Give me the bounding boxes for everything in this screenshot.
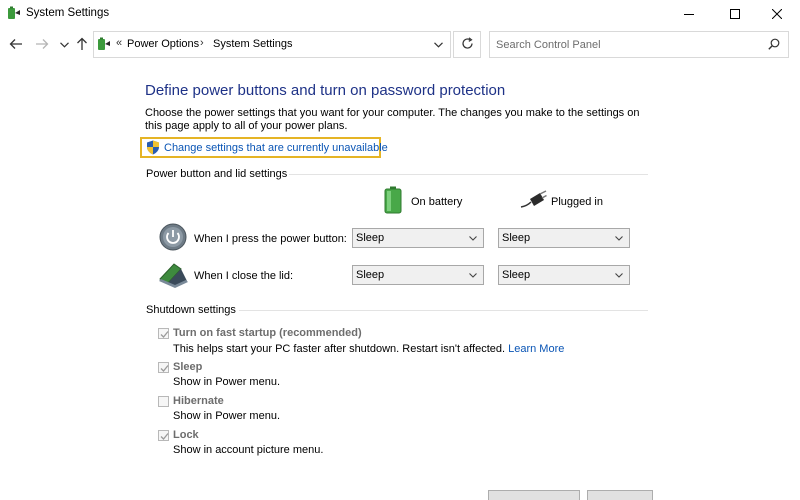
address-dropdown-icon[interactable] [434,39,443,51]
power-section-title: Power button and lid settings [146,168,288,180]
up-button[interactable] [74,37,90,53]
chevron-down-icon [615,236,623,241]
uac-shield-icon [146,140,160,158]
section-divider [289,174,648,175]
breadcrumb-overflow[interactable]: « [116,37,122,49]
plug-icon [519,190,547,213]
maximize-button[interactable] [712,0,758,28]
power-button-battery-select[interactable]: Sleep [352,228,484,248]
fast-startup-title: Turn on fast startup (recommended) [173,327,362,339]
cancel-button[interactable] [587,490,653,500]
close-button[interactable] [754,0,800,28]
shutdown-section-title: Shutdown settings [146,304,236,316]
breadcrumb-power-options[interactable]: Power Options [127,38,199,50]
sleep-checkbox[interactable] [158,362,169,373]
back-button[interactable] [8,37,24,53]
sleep-option-description: Show in Power menu. [173,376,280,388]
arrow-left-icon [9,38,23,53]
close-lid-battery-value: Sleep [356,269,385,281]
arrow-up-icon [76,37,88,54]
learn-more-link[interactable]: Learn More [508,343,564,355]
power-button-label: When I press the power button: [194,233,347,245]
hibernate-option-description: Show in Power menu. [173,410,280,422]
page-description: Choose the power settings that you want … [145,107,640,132]
power-button-battery-value: Sleep [356,232,385,244]
save-changes-button[interactable] [488,490,580,500]
close-lid-plugged-value: Sleep [502,269,531,281]
power-options-icon [6,5,22,21]
change-settings-link[interactable]: Change settings that are currently unava… [140,137,388,158]
search-input[interactable] [496,37,756,53]
power-options-icon [96,36,112,52]
chevron-down-icon [469,236,477,241]
address-bar[interactable]: « Power Options › System Settings [93,31,451,58]
hibernate-option-title: Hibernate [173,395,224,407]
chevron-down-icon [615,273,623,278]
refresh-button[interactable] [453,31,481,58]
chevron-down-icon [59,39,69,51]
search-box[interactable] [489,31,789,58]
change-settings-link-text[interactable]: Change settings that are currently unava… [164,142,388,154]
chevron-down-icon [469,273,477,278]
lock-option-title: Lock [173,429,199,441]
sleep-option-title: Sleep [173,361,203,373]
power-button-plugged-value: Sleep [502,232,531,244]
breadcrumb-separator[interactable]: › [200,37,204,49]
fast-startup-desc-text: This helps start your PC faster after sh… [173,343,506,355]
minimize-button[interactable] [666,0,712,28]
lock-option-description: Show in account picture menu. [173,444,324,456]
page-title: Define power buttons and turn on passwor… [145,82,506,99]
window-title: System Settings [26,7,110,19]
plugged-in-header: Plugged in [551,196,603,208]
lock-checkbox[interactable] [158,430,169,441]
power-button-icon [159,223,187,254]
recent-locations-button[interactable] [56,37,72,53]
forward-button[interactable] [34,37,50,53]
close-lid-label: When I close the lid: [194,270,294,282]
on-battery-header: On battery [411,196,463,208]
fast-startup-description: This helps start your PC faster after sh… [173,343,564,355]
battery-icon [383,186,403,217]
close-lid-battery-select[interactable]: Sleep [352,265,484,285]
hibernate-checkbox[interactable] [158,396,169,407]
section-divider [239,310,648,311]
breadcrumb-system-settings[interactable]: System Settings [213,38,292,50]
title-bar: System Settings [0,0,800,28]
laptop-lid-icon [157,261,189,292]
arrow-right-icon [35,38,49,53]
power-button-plugged-select[interactable]: Sleep [498,228,630,248]
close-lid-plugged-select[interactable]: Sleep [498,265,630,285]
search-icon[interactable] [768,38,780,53]
refresh-icon [461,36,474,53]
fast-startup-checkbox[interactable] [158,328,169,339]
